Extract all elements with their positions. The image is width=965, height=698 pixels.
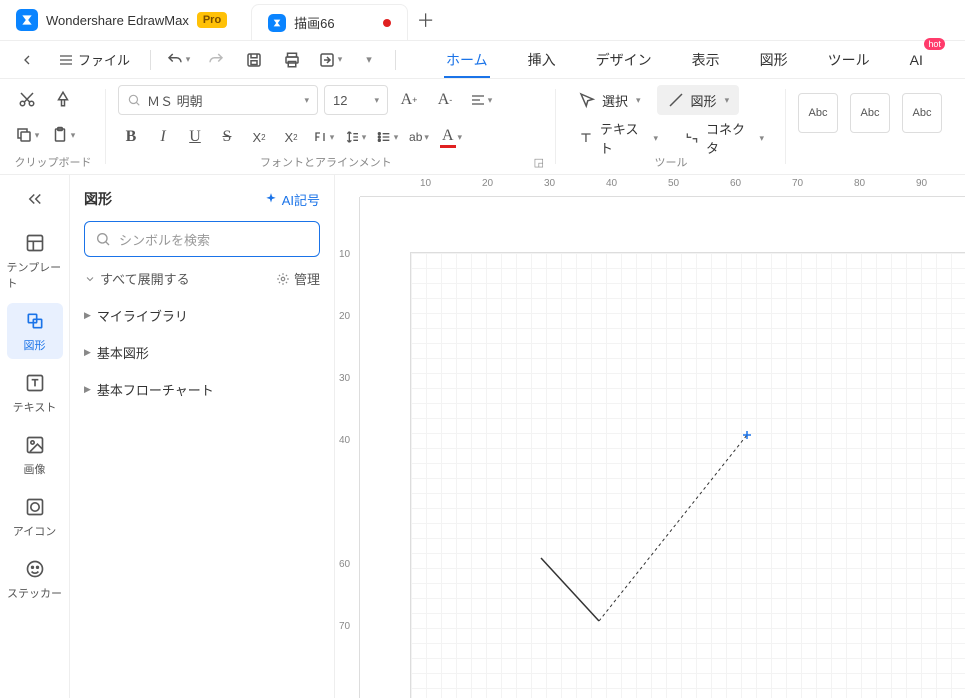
menutab-insert[interactable]: 挿入 — [528, 42, 556, 78]
style-preset-1[interactable]: Abc — [798, 93, 838, 133]
ribbon: ▾ ▾ クリップボード ＭＳ 明朝 ▾ 12 ▾ A+ A- ▾ — [0, 79, 965, 175]
menutab-design[interactable]: デザイン — [596, 42, 652, 78]
save-button[interactable] — [237, 44, 271, 76]
print-button[interactable] — [275, 44, 309, 76]
dialog-launcher-icon[interactable]: ◲ — [534, 156, 544, 169]
text-rail-icon — [23, 371, 47, 395]
canvas-area: 10 20 30 40 50 60 70 80 90 10 20 30 40 6… — [335, 175, 965, 698]
bold-icon[interactable]: B — [118, 123, 144, 151]
select-tool[interactable]: 選択▾ — [568, 85, 651, 115]
shape-tree: ▶マイライブラリ ▶基本図形 ▶基本フローチャート — [84, 306, 320, 399]
panel-title: 図形 — [84, 189, 112, 209]
file-menu[interactable]: ファイル — [48, 44, 140, 76]
stickers-icon — [23, 557, 47, 581]
menutab-ai[interactable]: AIhot — [910, 42, 923, 78]
more-quick-button[interactable]: ▾ — [351, 44, 385, 76]
tab-home[interactable]: Wondershare EdrawMax Pro — [0, 0, 243, 40]
body: テンプレート 図形 テキスト 画像 アイコン ステッカー 図形 AI記号 シンボ… — [0, 175, 965, 698]
subscript-icon[interactable]: X2 — [278, 123, 304, 151]
shape-tool[interactable]: 図形▾ — [657, 85, 740, 115]
font-size-select[interactable]: 12 ▾ — [324, 85, 388, 115]
ai-symbols-button[interactable]: AI記号 — [264, 190, 320, 209]
tab-document[interactable]: 描画66 — [251, 4, 407, 40]
symbol-search-input[interactable]: シンボルを検索 — [84, 221, 320, 257]
grow-font-icon[interactable]: A+ — [394, 86, 424, 114]
underline-icon[interactable]: U — [182, 123, 208, 151]
tree-node-basic-shapes[interactable]: ▶基本図形 — [84, 343, 320, 362]
pro-badge: Pro — [197, 12, 227, 28]
format-painter-icon[interactable] — [48, 85, 78, 113]
file-label: ファイル — [78, 50, 130, 69]
shrink-font-icon[interactable]: A- — [430, 86, 460, 114]
rail-templates[interactable]: テンプレート — [7, 225, 63, 297]
font-color-icon[interactable]: A▾ — [438, 123, 464, 151]
group-label-tools: ツール — [568, 154, 774, 170]
text-case-icon[interactable]: ▾ — [310, 123, 336, 151]
style-preset-2[interactable]: Abc — [850, 93, 890, 133]
tree-node-basic-flowchart[interactable]: ▶基本フローチャート — [84, 380, 320, 399]
rail-shapes[interactable]: 図形 — [7, 303, 63, 359]
left-rail: テンプレート 図形 テキスト 画像 アイコン ステッカー — [0, 175, 70, 698]
page[interactable] — [410, 252, 965, 698]
rail-text[interactable]: テキスト — [7, 365, 63, 421]
drawn-lines — [411, 253, 965, 698]
menutab-home[interactable]: ホーム — [446, 42, 488, 78]
group-label-font: フォントとアラインメント — [118, 154, 534, 170]
align-icon[interactable]: ▾ — [466, 86, 496, 114]
style-preset-3[interactable]: Abc — [902, 93, 942, 133]
manage-button[interactable]: 管理 — [276, 269, 320, 288]
menu-tabs: ホーム 挿入 デザイン 表示 図形 ツール AIhot — [446, 42, 923, 78]
search-placeholder: シンボルを検索 — [119, 230, 210, 249]
shapes-panel: 図形 AI記号 シンボルを検索 すべて展開する 管理 ▶マイライブラリ ▶基本図… — [70, 175, 335, 698]
app-logo-icon — [16, 9, 38, 31]
bullets-icon[interactable]: ▾ — [374, 123, 400, 151]
templates-icon — [23, 231, 47, 255]
connector-tool[interactable]: コネクタ▾ — [674, 123, 774, 153]
undo-button[interactable]: ▾ — [161, 44, 195, 76]
back-button[interactable] — [10, 44, 44, 76]
paste-icon[interactable]: ▾ — [48, 121, 78, 149]
title-bar: Wondershare EdrawMax Pro 描画66 ＋ — [0, 0, 965, 41]
icons-icon — [23, 495, 47, 519]
new-tab-button[interactable]: ＋ — [408, 0, 444, 40]
strike-icon[interactable]: S — [214, 123, 240, 151]
collapse-rail-button[interactable] — [7, 183, 63, 215]
unsaved-dot-icon — [383, 19, 391, 27]
shapes-icon — [23, 309, 47, 333]
superscript-icon[interactable]: X2 — [246, 123, 272, 151]
image-icon — [23, 433, 47, 457]
export-button[interactable]: ▾ — [313, 44, 347, 76]
italic-icon[interactable]: I — [150, 123, 176, 151]
text-tool[interactable]: テキスト▾ — [568, 123, 668, 153]
cut-icon[interactable] — [12, 85, 42, 113]
doc-title: 描画66 — [294, 13, 334, 32]
ruler-horizontal: 10 20 30 40 50 60 70 80 90 — [360, 175, 965, 197]
menutab-view[interactable]: 表示 — [692, 42, 720, 78]
rail-icons[interactable]: アイコン — [7, 489, 63, 545]
expand-all-button[interactable]: すべて展開する — [84, 269, 190, 288]
menu-bar: ファイル ▾ ▾ ▾ ホーム 挿入 デザイン 表示 図形 ツール AIhot — [0, 41, 965, 79]
rail-images[interactable]: 画像 — [7, 427, 63, 483]
line-spacing-icon[interactable]: ▾ — [342, 123, 368, 151]
redo-button[interactable] — [199, 44, 233, 76]
ruler-vertical: 10 20 30 40 60 70 — [335, 197, 360, 698]
font-family-select[interactable]: ＭＳ 明朝 ▾ — [118, 85, 318, 115]
doc-icon — [268, 14, 286, 32]
textbox-icon[interactable]: ab▾ — [406, 123, 432, 151]
tree-node-mylib[interactable]: ▶マイライブラリ — [84, 306, 320, 325]
rail-stickers[interactable]: ステッカー — [7, 551, 63, 607]
app-title: Wondershare EdrawMax — [46, 13, 189, 28]
menutab-shape[interactable]: 図形 — [760, 42, 788, 78]
copy-icon[interactable]: ▾ — [12, 121, 42, 149]
group-label-clipboard: クリップボード — [12, 154, 94, 170]
canvas[interactable] — [360, 197, 965, 698]
hot-badge: hot — [924, 38, 945, 50]
menutab-tool[interactable]: ツール — [828, 42, 870, 78]
